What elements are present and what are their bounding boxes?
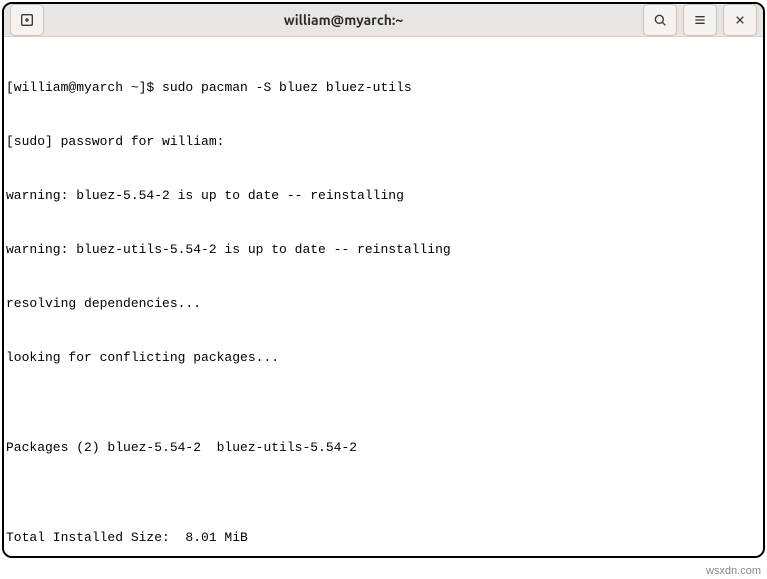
close-icon	[732, 12, 748, 28]
terminal-area[interactable]: [william@myarch ~]$ sudo pacman -S bluez…	[4, 37, 763, 558]
terminal-output-line: [sudo] password for william:	[6, 133, 761, 151]
terminal-output-line: looking for conflicting packages...	[6, 349, 761, 367]
search-button[interactable]	[643, 4, 677, 36]
titlebar-left-group	[10, 4, 44, 36]
titlebar: william@myarch:~	[4, 4, 763, 37]
search-icon	[652, 12, 668, 28]
hamburger-icon	[692, 12, 708, 28]
terminal-output-line: Total Installed Size: 8.01 MiB	[6, 529, 761, 547]
window-title: william@myarch:~	[44, 12, 643, 28]
terminal-prompt: [william@myarch ~]$	[6, 80, 162, 95]
terminal-output-line: warning: bluez-utils-5.54-2 is up to dat…	[6, 241, 761, 259]
watermark-text: wsxdn.com	[706, 565, 761, 577]
terminal-window: william@myarch:~	[2, 2, 765, 558]
terminal-output-line: warning: bluez-5.54-2 is up to date -- r…	[6, 187, 761, 205]
terminal-output-line: resolving dependencies...	[6, 295, 761, 313]
terminal-output-line: Packages (2) bluez-5.54-2 bluez-utils-5.…	[6, 439, 761, 457]
menu-button[interactable]	[683, 4, 717, 36]
titlebar-right-group	[643, 4, 757, 36]
terminal-command: sudo pacman -S bluez bluez-utils	[162, 80, 412, 95]
terminal-command-line: [william@myarch ~]$ sudo pacman -S bluez…	[6, 79, 761, 97]
close-button[interactable]	[723, 4, 757, 36]
new-tab-button[interactable]	[10, 4, 44, 36]
new-tab-icon	[19, 12, 35, 28]
